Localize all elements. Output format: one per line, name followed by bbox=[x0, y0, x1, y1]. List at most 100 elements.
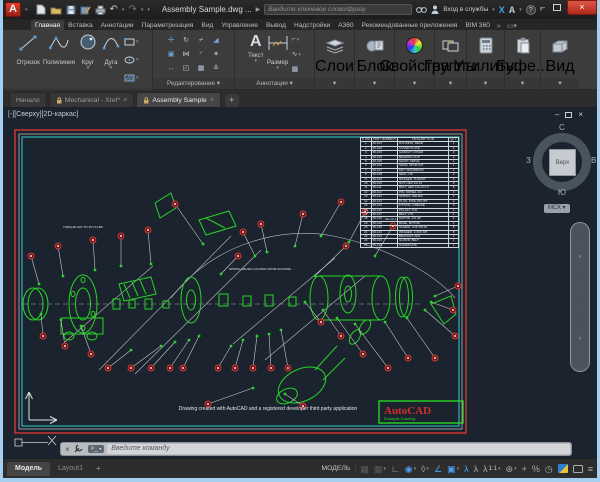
annotation-visibility-icon[interactable]: λ bbox=[464, 463, 469, 475]
viewport-minimize-icon[interactable]: – bbox=[555, 110, 559, 119]
ribbon-tab-output[interactable]: Вывод bbox=[262, 20, 290, 30]
viewcube-west[interactable]: З bbox=[526, 156, 531, 165]
drawing-canvas[interactable]: [-][Сверху][2D-каркас] – × bbox=[3, 108, 597, 458]
rotate-icon[interactable]: ↻ bbox=[183, 37, 189, 45]
offset-icon[interactable]: ≙ bbox=[213, 65, 219, 73]
panel-clipboard-expand[interactable]: ▾ bbox=[505, 78, 540, 89]
viewcube-south[interactable]: Ю bbox=[558, 188, 566, 197]
ribbon-tab-home[interactable]: Главная bbox=[31, 20, 64, 30]
new-layout-button[interactable]: + bbox=[91, 464, 106, 473]
ellipse-icon[interactable] bbox=[124, 51, 135, 69]
isometric-drafting-icon[interactable]: ◊▾ bbox=[421, 463, 429, 475]
viewport-restore-icon[interactable] bbox=[565, 112, 572, 118]
viewcube-east[interactable]: В bbox=[591, 156, 596, 165]
restore-button[interactable] bbox=[553, 4, 561, 11]
sign-in-dropdown-icon[interactable]: ▾ bbox=[492, 7, 495, 13]
ortho-mode-icon[interactable]: ∟ bbox=[391, 463, 400, 475]
close-tab-icon[interactable]: × bbox=[123, 97, 127, 104]
copy-icon[interactable]: ▣ bbox=[168, 51, 175, 59]
autodesk-app-icon[interactable]: A bbox=[509, 5, 516, 15]
fillet-icon[interactable]: ◜ bbox=[200, 51, 203, 59]
app-menu-arrow-icon[interactable]: ▾ bbox=[25, 7, 28, 13]
dimension-button[interactable]: Размер ▾ bbox=[266, 32, 290, 78]
viewcube-top-face[interactable]: Верх bbox=[549, 149, 576, 176]
scale-icon[interactable]: ◰ bbox=[183, 65, 190, 73]
stretch-icon[interactable]: ↔ bbox=[168, 65, 175, 73]
polyline-button[interactable]: Полилиния bbox=[42, 32, 76, 88]
command-close-icon[interactable]: × bbox=[61, 445, 74, 454]
ribbon-tab-addins[interactable]: Надстройки bbox=[290, 20, 334, 30]
file-tab-start[interactable]: Начало bbox=[9, 92, 47, 107]
undo-dropdown-icon[interactable]: ▾ bbox=[122, 7, 125, 13]
sign-in-button[interactable]: Вход в службы bbox=[443, 6, 488, 13]
navigation-wheel-icon[interactable] bbox=[574, 232, 587, 245]
layout1-tab[interactable]: Layout1 bbox=[50, 462, 91, 476]
table-icon[interactable]: ▦ bbox=[292, 66, 299, 74]
new-file-button[interactable] bbox=[36, 4, 46, 15]
redo-button[interactable]: ↷ bbox=[128, 5, 136, 15]
save-button[interactable] bbox=[66, 5, 76, 15]
graphics-performance-icon[interactable] bbox=[558, 464, 568, 473]
close-button[interactable]: × bbox=[567, 0, 597, 15]
annotation-scale-icon[interactable]: λ1:1▾ bbox=[483, 463, 500, 475]
array-icon[interactable]: ▦ bbox=[198, 65, 205, 73]
panel-annotation-label[interactable]: Аннотации ▾ bbox=[235, 78, 314, 89]
panel-modify-label[interactable]: Редактирование ▾ bbox=[153, 78, 234, 89]
polar-tracking-icon[interactable]: ◉▾ bbox=[405, 463, 416, 475]
ribbon-tab-parametric[interactable]: Параметризация bbox=[138, 20, 198, 30]
panel-utilities-expand[interactable]: ▾ bbox=[467, 78, 504, 89]
rectangle-icon[interactable] bbox=[124, 33, 135, 51]
customization-icon[interactable]: ≡ bbox=[588, 463, 593, 475]
mirror-icon[interactable]: ⋈ bbox=[183, 51, 190, 59]
ribbon-tab-annotate[interactable]: Аннотации bbox=[97, 20, 138, 30]
qat-customize-icon[interactable]: ▾ bbox=[147, 7, 150, 13]
model-tab[interactable]: Модель bbox=[7, 462, 50, 476]
workspace-switching-icon[interactable]: ⊛▾ bbox=[506, 463, 517, 475]
quick-properties-icon[interactable]: % bbox=[532, 463, 540, 475]
panel-layers-expand[interactable]: ▾ bbox=[315, 78, 354, 89]
autodesk-dropdown-icon[interactable]: ▾ bbox=[519, 7, 522, 13]
command-input[interactable]: Введите команду bbox=[107, 444, 570, 454]
file-tab-assembly-sample[interactable]: Assembly Sample × bbox=[136, 92, 221, 107]
help-search-input[interactable]: Введите ключевое слово/фразу bbox=[264, 4, 412, 15]
ribbon-tab-bim360[interactable]: BIM 360 bbox=[461, 20, 494, 30]
viewport-controls-label[interactable]: [-][Сверху][2D-каркас] bbox=[8, 111, 78, 118]
file-tab-mechanical[interactable]: Mechanical - Xref* × bbox=[49, 92, 135, 107]
viewcube-north[interactable]: С bbox=[559, 123, 565, 132]
ribbon-tab-featured-apps[interactable]: Рекомендованные приложения bbox=[358, 20, 462, 30]
search-binoculars-icon[interactable] bbox=[416, 1, 427, 19]
object-snap-tracking-icon[interactable]: ∠ bbox=[434, 463, 442, 475]
search-flyout-icon[interactable]: ▶ bbox=[256, 6, 261, 13]
auto-scale-icon[interactable]: λ bbox=[474, 463, 479, 475]
panel-block-expand[interactable]: ▾ bbox=[355, 78, 394, 89]
panel-layers[interactable]: Слои ▾ bbox=[315, 30, 355, 89]
panel-groups-expand[interactable]: ▾ bbox=[435, 78, 466, 89]
wcs-menu[interactable]: МСК ▾ bbox=[544, 204, 570, 213]
showmotion-icon[interactable] bbox=[574, 351, 587, 362]
hatch-icon[interactable] bbox=[124, 69, 135, 87]
tab-overflow-icon[interactable]: » bbox=[494, 23, 504, 30]
circle-button[interactable]: Круг ▾ bbox=[77, 32, 99, 88]
plot-button[interactable] bbox=[95, 5, 106, 15]
revision-cloud-icon[interactable]: ∿ bbox=[292, 51, 298, 59]
close-tab-icon[interactable]: × bbox=[210, 97, 214, 104]
annotation-monitor-icon[interactable]: + bbox=[522, 463, 527, 475]
panel-clipboard[interactable]: Буфе... ▾ bbox=[505, 30, 541, 89]
redo-dropdown-icon[interactable]: ▾ bbox=[141, 7, 144, 13]
panel-view-expand[interactable]: ▾ bbox=[541, 78, 579, 89]
zoom-extents-icon[interactable] bbox=[574, 291, 587, 304]
command-prompt-icon[interactable]: >_ ▾ bbox=[88, 445, 105, 453]
ribbon-display-toggle-icon[interactable]: ▭▾ bbox=[504, 22, 520, 30]
leader-icon[interactable]: ⌐ bbox=[292, 36, 296, 44]
erase-icon[interactable]: ◢ bbox=[213, 37, 218, 45]
viewport-close-icon[interactable]: × bbox=[578, 110, 583, 119]
pan-icon[interactable] bbox=[574, 269, 586, 282]
ribbon-tab-view[interactable]: Вид bbox=[197, 20, 217, 30]
save-as-button[interactable] bbox=[80, 5, 91, 15]
wheel-dropdown-icon[interactable]: ▾ bbox=[579, 254, 582, 260]
clean-screen-icon[interactable] bbox=[573, 465, 583, 473]
model-space-toggle[interactable]: МОДЕЛЬ bbox=[317, 465, 357, 472]
undo-button[interactable]: ↶ bbox=[110, 5, 118, 15]
orbit-dropdown-icon[interactable]: ▾ bbox=[579, 336, 582, 342]
user-icon[interactable] bbox=[431, 1, 439, 19]
